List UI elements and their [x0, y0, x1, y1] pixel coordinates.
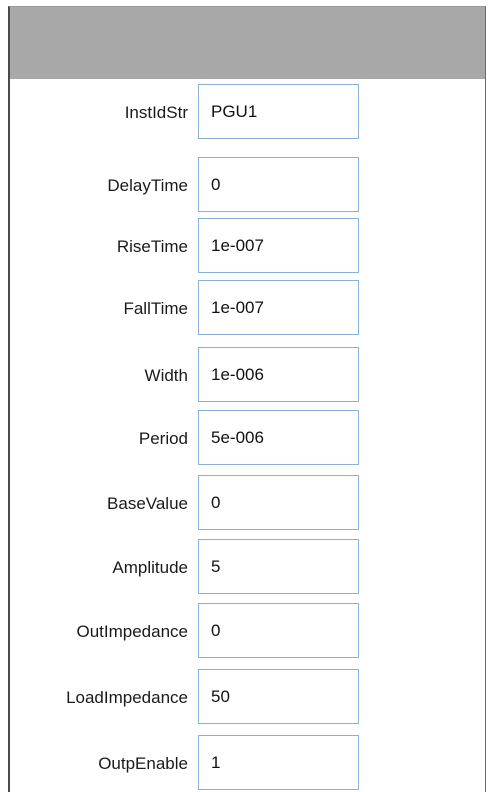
row-width: Width	[10, 347, 485, 404]
delay-time-field[interactable]	[198, 157, 359, 212]
period-field[interactable]	[198, 410, 359, 465]
row-period: Period	[10, 410, 485, 467]
panel-header	[10, 7, 485, 79]
row-delay-time: DelayTime	[10, 157, 485, 214]
row-inst-id-str: InstIdStr	[10, 84, 485, 141]
load-impedance-field[interactable]	[198, 669, 359, 724]
row-out-impedance: OutImpedance	[10, 603, 485, 660]
fall-time-label: FallTime	[123, 299, 188, 318]
row-base-value: BaseValue	[10, 475, 485, 532]
out-impedance-label: OutImpedance	[76, 622, 188, 641]
period-label: Period	[138, 429, 188, 448]
base-value-label: BaseValue	[107, 494, 188, 513]
out-impedance-field[interactable]	[198, 603, 359, 658]
amplitude-label: Amplitude	[112, 558, 188, 577]
fall-time-field[interactable]	[198, 280, 359, 335]
base-value-field[interactable]	[198, 475, 359, 530]
row-rise-time: RiseTime	[10, 218, 485, 275]
row-amplitude: Amplitude	[10, 539, 485, 596]
delay-time-label: DelayTime	[107, 176, 188, 195]
amplitude-field[interactable]	[198, 539, 359, 594]
properties-panel: InstIdStr DelayTime RiseTime FallTime Wi…	[8, 6, 486, 792]
inst-id-str-label: InstIdStr	[124, 103, 188, 122]
rise-time-label: RiseTime	[116, 237, 188, 256]
load-impedance-label: LoadImpedance	[66, 688, 188, 707]
width-label: Width	[144, 366, 188, 385]
rise-time-field[interactable]	[198, 218, 359, 273]
row-load-impedance: LoadImpedance	[10, 669, 485, 726]
row-fall-time: FallTime	[10, 280, 485, 337]
outp-enable-label: OutpEnable	[98, 754, 188, 773]
row-outp-enable: OutpEnable	[10, 735, 485, 792]
width-field[interactable]	[198, 347, 359, 402]
inst-id-str-field[interactable]	[198, 84, 359, 139]
outp-enable-field[interactable]	[198, 735, 359, 790]
